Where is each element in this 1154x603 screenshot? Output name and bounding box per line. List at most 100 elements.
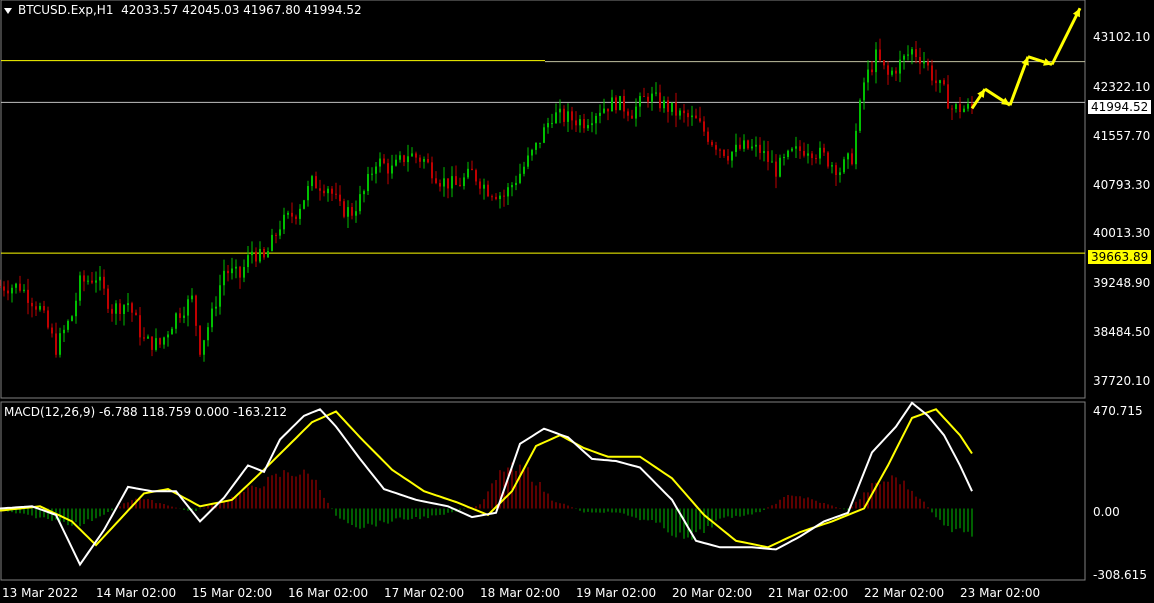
macd-signal-line — [0, 408, 973, 549]
price-tick: 39248.90 — [1093, 276, 1151, 290]
chart-header[interactable]: BTCUSD.Exp,H1 42033.57 42045.03 41967.80… — [4, 3, 362, 17]
candle-body — [783, 157, 785, 159]
candle-body — [591, 123, 593, 126]
symbol-label: BTCUSD.Exp,H1 — [18, 3, 114, 17]
candle-body — [847, 153, 849, 160]
candle-body — [563, 108, 565, 122]
candle-body — [551, 123, 553, 125]
forecast-arrow — [1050, 7, 1082, 66]
candle-body — [703, 121, 705, 132]
candle-body — [207, 327, 209, 341]
candle-body — [839, 172, 841, 176]
candle-body — [871, 69, 873, 73]
candle-body — [203, 340, 205, 355]
chart-frame — [0, 0, 1086, 581]
candle-body — [239, 266, 241, 278]
candle-body — [487, 184, 489, 197]
candle-body — [3, 286, 5, 291]
candle-body — [223, 270, 225, 286]
candle-body — [823, 147, 825, 153]
candle-body — [63, 329, 65, 334]
candle-body — [811, 153, 813, 159]
price-tick: 40013.30 — [1093, 226, 1151, 240]
candle-body — [247, 255, 249, 268]
time-tick: 14 Mar 02:00 — [96, 586, 177, 600]
candle-body — [535, 142, 537, 150]
candle-body — [387, 163, 389, 174]
candle-body — [83, 275, 85, 282]
candle-body — [815, 158, 817, 160]
candle-body — [471, 168, 473, 171]
candle-body — [311, 176, 313, 187]
candle-body — [155, 338, 157, 350]
candle-body — [147, 336, 149, 339]
candle-body — [419, 157, 421, 162]
candle-body — [423, 159, 425, 162]
candle-body — [891, 70, 893, 75]
candle-body — [899, 59, 901, 74]
candle-body — [335, 193, 337, 195]
chart-canvas[interactable] — [0, 0, 1154, 603]
candle-body — [647, 96, 649, 102]
price-chart[interactable] — [0, 7, 1085, 362]
candle-body — [19, 283, 21, 291]
candle-body — [467, 168, 469, 178]
candle-body — [415, 153, 417, 158]
chart-menu-icon[interactable] — [4, 7, 12, 14]
candle-body — [787, 150, 789, 158]
candle-body — [827, 152, 829, 167]
candle-body — [51, 327, 53, 334]
candle-body — [115, 303, 117, 314]
candle-body — [895, 70, 897, 74]
candle-body — [351, 207, 353, 216]
macd-header: MACD(12,26,9) -6.788 118.759 0.000 -163.… — [4, 405, 288, 419]
candle-body — [75, 300, 77, 317]
candle-body — [587, 125, 589, 129]
candle-body — [771, 161, 773, 163]
candle-body — [791, 148, 793, 151]
candle-body — [539, 142, 541, 144]
candle-body — [371, 173, 373, 175]
candle-body — [711, 141, 713, 146]
candle-body — [631, 115, 633, 119]
candle-body — [935, 80, 937, 84]
candle-body — [171, 328, 173, 335]
macd-indicator[interactable] — [0, 401, 973, 567]
candle-body — [515, 182, 517, 186]
price-tick: 41557.70 — [1093, 129, 1151, 143]
candle-body — [39, 306, 41, 310]
candle-body — [483, 184, 485, 189]
candle-body — [395, 159, 397, 166]
candle-body — [603, 108, 605, 113]
candle-body — [219, 285, 221, 307]
price-tick: 43102.10 — [1093, 30, 1151, 44]
candle-body — [963, 108, 965, 113]
candle-body — [855, 130, 857, 165]
macd-main-line — [0, 401, 973, 567]
candle-body — [867, 69, 869, 83]
candle-body — [843, 159, 845, 173]
candle-body — [463, 177, 465, 187]
candle-body — [163, 337, 165, 345]
candle-body — [135, 312, 137, 316]
price-tick: 42322.10 — [1093, 80, 1151, 94]
candle-body — [435, 178, 437, 184]
candle-body — [251, 251, 253, 256]
candle-body — [687, 113, 689, 118]
candle-body — [759, 144, 761, 153]
candle-body — [231, 268, 233, 274]
time-tick: 17 Mar 02:00 — [384, 586, 465, 600]
candle-body — [739, 144, 741, 149]
time-tick: 13 Mar 2022 — [2, 586, 79, 600]
candle-body — [967, 103, 969, 109]
candle-body — [951, 108, 953, 110]
candle-body — [959, 104, 961, 113]
candle-body — [355, 211, 357, 216]
candle-body — [947, 84, 949, 109]
candle-body — [663, 100, 665, 109]
candle-body — [447, 178, 449, 189]
candle-body — [751, 146, 753, 149]
candle-body — [675, 102, 677, 116]
candle-body — [299, 208, 301, 219]
candle-body — [731, 151, 733, 161]
